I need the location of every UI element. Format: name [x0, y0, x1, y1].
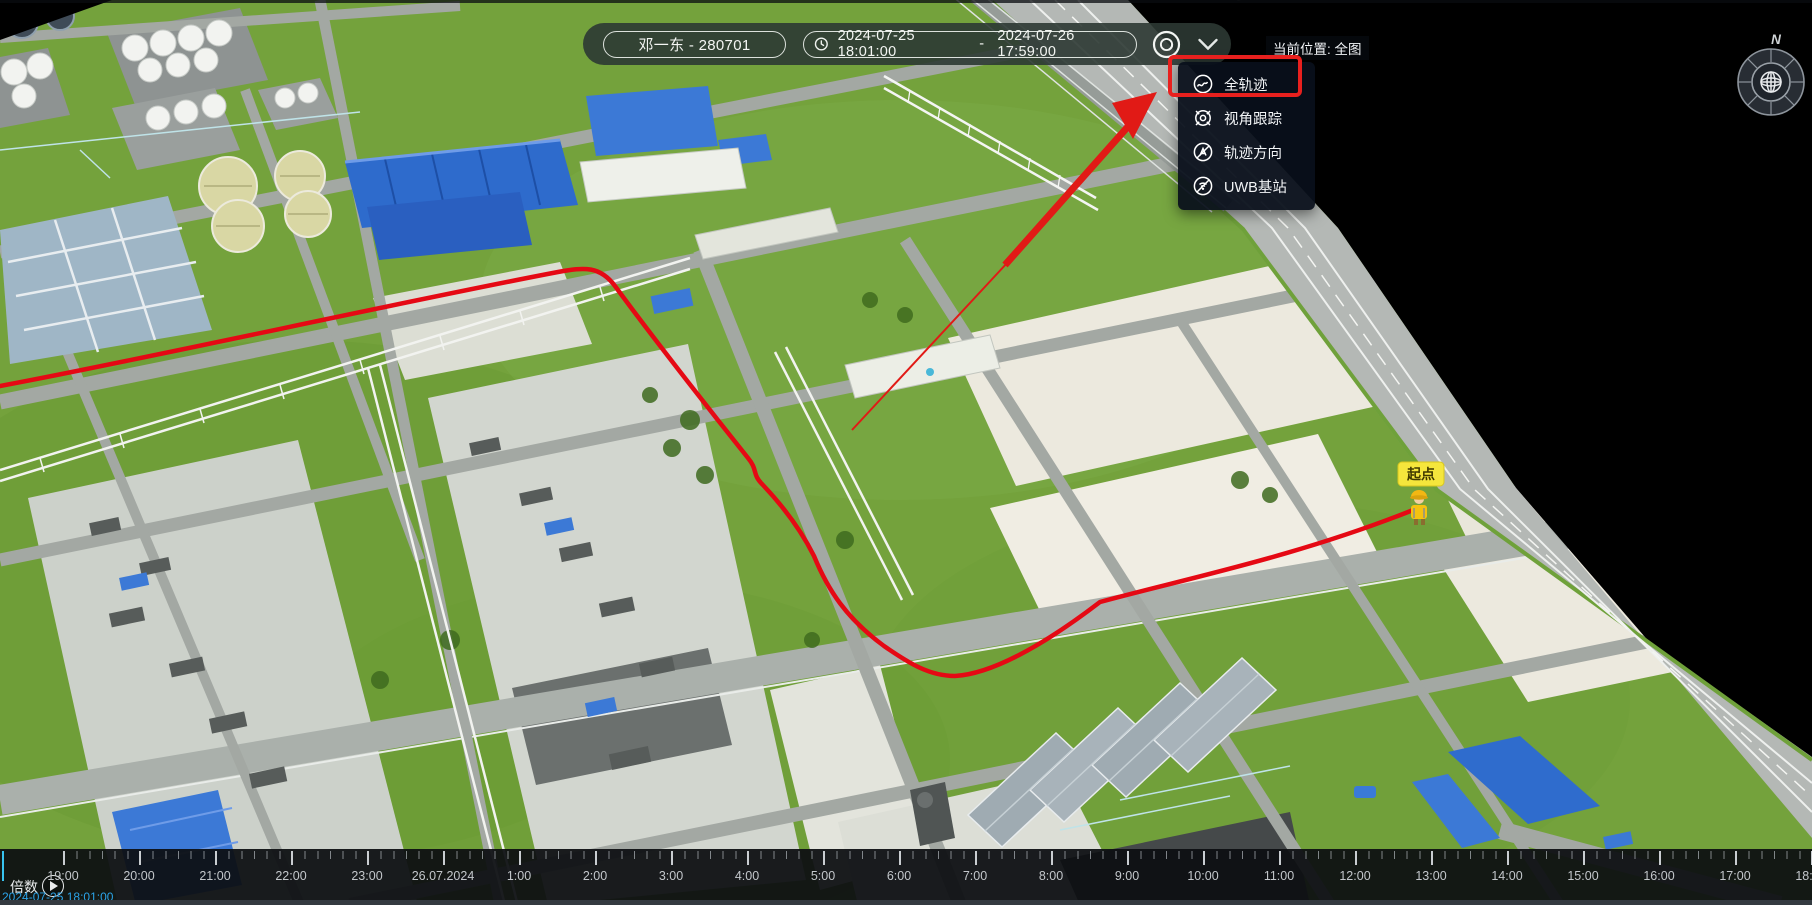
menu-item-label: 轨迹方向	[1224, 142, 1282, 163]
timeline-hour-label: 15:00	[1567, 869, 1598, 883]
timeline-hour-label: 19:00	[47, 869, 78, 883]
timeline-major-tick	[367, 851, 369, 865]
timeline-hour-label: 20:00	[123, 869, 154, 883]
compass-north-label: N	[1771, 32, 1781, 47]
globe-icon	[1761, 72, 1781, 92]
timeline-major-tick	[747, 851, 749, 865]
timeline-major-tick	[291, 851, 293, 865]
timeline-hour-label: 11:00	[1264, 869, 1294, 883]
timeline-major-tick	[1735, 851, 1737, 865]
menu-item-全轨迹[interactable]: 全轨迹	[1178, 67, 1315, 101]
full-trajectory-icon	[1192, 73, 1214, 95]
app-window: 起点 邓一东 - 280701 2024-07-25 18:01:	[0, 0, 1812, 905]
window-top-edge	[0, 0, 1812, 3]
timeline-hour-label: 8:00	[1039, 869, 1063, 883]
timeline-major-tick	[443, 851, 445, 865]
timeline-major-tick	[1507, 851, 1509, 865]
uwb-station-icon	[1192, 175, 1214, 197]
timeline-hour-label: 1:00	[507, 869, 531, 883]
chevron-down-icon	[1196, 38, 1220, 51]
timeline-hour-label: 6:00	[887, 869, 911, 883]
locate-view-button[interactable]	[1151, 29, 1182, 60]
view-follow-icon	[1192, 107, 1214, 129]
timeline-major-tick	[1127, 851, 1129, 865]
timeline-major-tick	[1051, 851, 1053, 865]
track-direction-icon	[1192, 141, 1214, 163]
timeline-major-tick	[975, 851, 977, 865]
time-range-separator: -	[979, 36, 984, 52]
timeline-hour-label: 3:00	[659, 869, 683, 883]
timeline-major-tick	[1659, 851, 1661, 865]
timeline-hour-label: 14:00	[1491, 869, 1522, 883]
timeline-hour-label: 23:00	[351, 869, 382, 883]
timeline-hour-label: 2:00	[583, 869, 607, 883]
person-selector-value: 邓一东 - 280701	[639, 34, 751, 55]
timeline-hour-label: 12:00	[1339, 869, 1370, 883]
time-range-start: 2024-07-25 18:01:00	[838, 28, 967, 60]
timeline-hour-label: 17:00	[1719, 869, 1750, 883]
person-selector[interactable]: 邓一东 - 280701	[603, 31, 786, 58]
time-range-picker[interactable]: 2024-07-25 18:01:00 - 2024-07-26 17:59:0…	[803, 31, 1137, 58]
menu-item-轨迹方向[interactable]: 轨迹方向	[1178, 135, 1315, 169]
timeline-playhead[interactable]	[2, 851, 4, 881]
header-toolbar: 邓一东 - 280701 2024-07-25 18:01:00 - 2024-…	[583, 23, 1231, 65]
timeline-hour-label: 10:00	[1187, 869, 1218, 883]
menu-item-label: UWB基站	[1224, 176, 1287, 197]
timeline-major-tick	[595, 851, 597, 865]
timeline-hour-label: 26.07.2024	[412, 869, 475, 883]
timeline-major-tick	[1583, 851, 1585, 865]
map-3d-scene[interactable]: 起点	[0, 0, 1812, 905]
current-location-label: 当前位置: 全图	[1266, 36, 1369, 60]
timeline-hour-label: 4:00	[735, 869, 759, 883]
timeline-major-tick	[1279, 851, 1281, 865]
timeline-hour-label: 16:00	[1643, 869, 1674, 883]
timeline-hour-label: 7:00	[963, 869, 987, 883]
timeline-hour-label: 9:00	[1115, 869, 1139, 883]
timeline-hour-label: 22:00	[275, 869, 306, 883]
timeline-major-tick	[63, 851, 65, 865]
timeline-major-tick	[1431, 851, 1433, 865]
menu-item-label: 视角跟踪	[1224, 108, 1282, 129]
timeline-hour-label: 21:00	[199, 869, 230, 883]
start-marker-label: 起点	[1406, 466, 1435, 482]
timeline-ticks[interactable]	[0, 851, 1812, 867]
view-options-toggle[interactable]	[1196, 38, 1220, 51]
menu-item-视角跟踪[interactable]: 视角跟踪	[1178, 101, 1315, 135]
timeline-major-tick	[823, 851, 825, 865]
current-time-label: 2024-07-25 18:01:00	[2, 890, 113, 904]
timeline-major-tick	[215, 851, 217, 865]
timeline-hour-label: 13:00	[1415, 869, 1446, 883]
timeline-scrubber[interactable]: 倍数 2024-07-25 18:01:00 19:0020:0021:0022…	[0, 849, 1812, 905]
timeline-major-tick	[671, 851, 673, 865]
menu-item-label: 全轨迹	[1224, 74, 1268, 95]
timeline-major-tick	[899, 851, 901, 865]
timeline-major-tick	[139, 851, 141, 865]
time-range-end: 2024-07-26 17:59:00	[997, 28, 1126, 60]
clock-icon	[814, 36, 829, 52]
menu-item-UWB基站[interactable]: UWB基站	[1178, 169, 1315, 203]
timeline-hour-label: 5:00	[811, 869, 835, 883]
timeline-major-tick	[1355, 851, 1357, 865]
timeline-major-tick	[519, 851, 521, 865]
view-options-menu: 全轨迹视角跟踪轨迹方向 UWB基站	[1178, 62, 1315, 210]
timeline-major-tick	[1203, 851, 1205, 865]
timeline-hour-label: 18:00	[1795, 869, 1812, 883]
compass-widget[interactable]: N	[1730, 28, 1812, 125]
